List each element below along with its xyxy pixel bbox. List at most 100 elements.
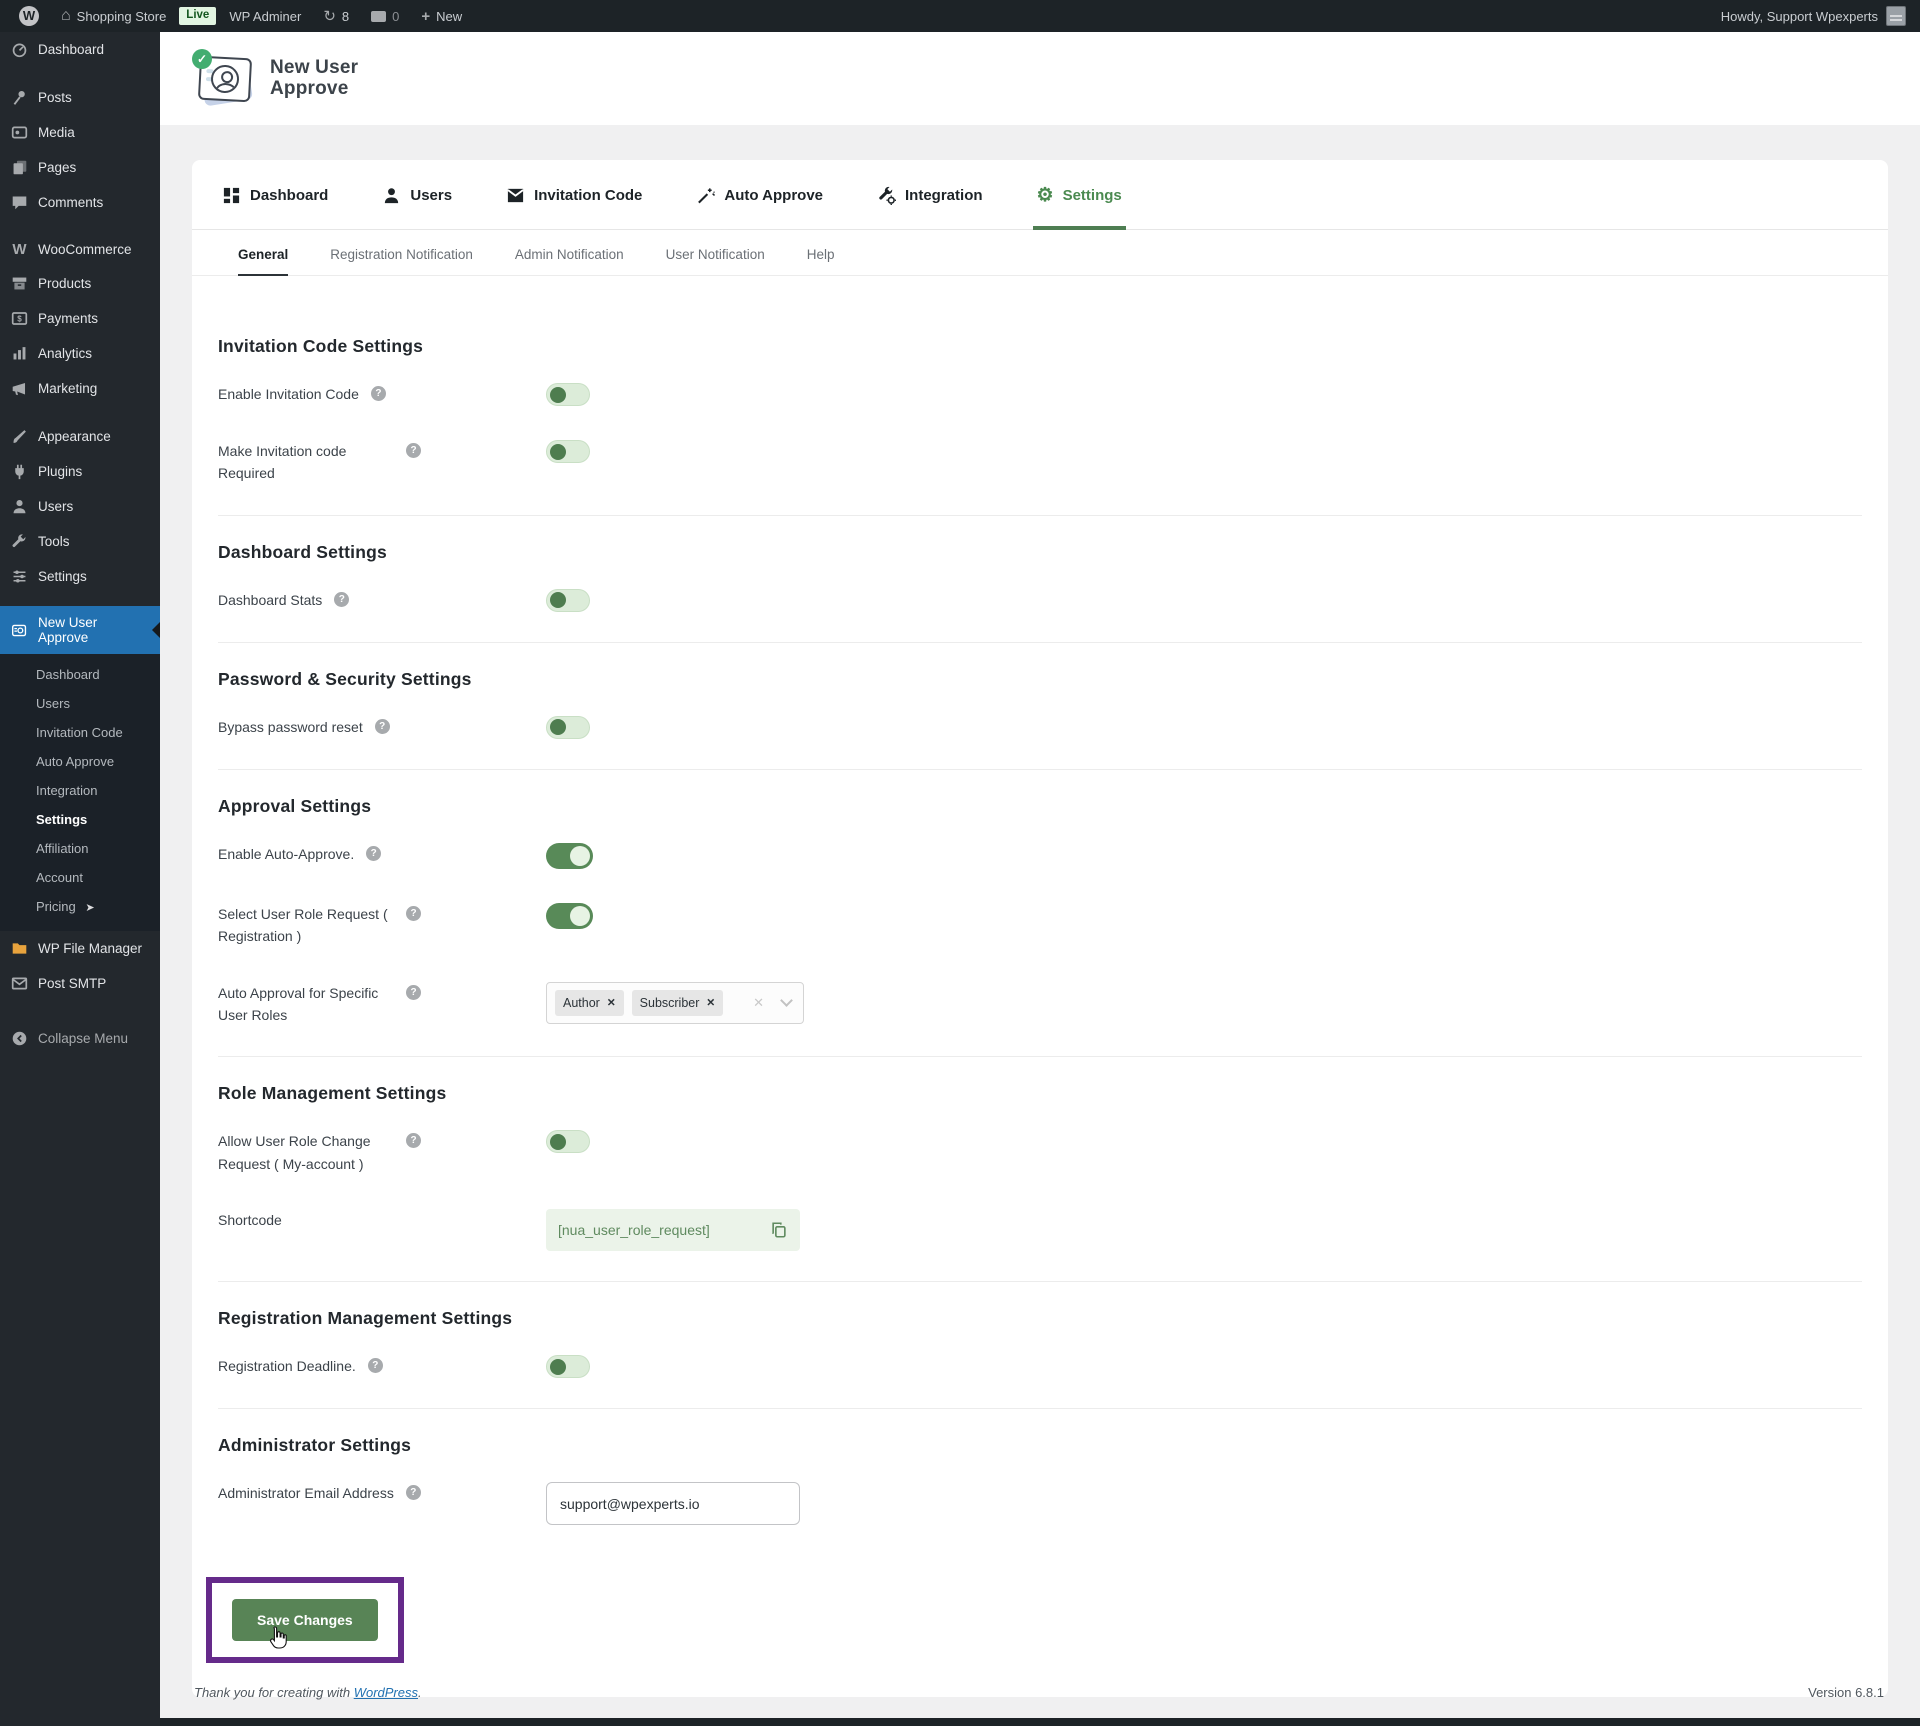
bar-chart-icon: [10, 345, 29, 362]
envelope-icon: [10, 975, 29, 992]
sidebar-item-posts[interactable]: Posts: [0, 80, 160, 115]
dashboard-stats-toggle[interactable]: [546, 588, 590, 612]
sidebar-item-marketing[interactable]: Marketing: [0, 371, 160, 406]
tab-dashboard[interactable]: Dashboard: [222, 186, 328, 229]
sidebar-item-plugins[interactable]: Plugins: [0, 454, 160, 489]
submenu-item-pricing[interactable]: Pricing ➤: [0, 892, 160, 921]
updates-icon: ↻: [323, 8, 336, 25]
role-chip-subscriber[interactable]: Subscriber ✕: [631, 989, 724, 1016]
subtab-registration-notification[interactable]: Registration Notification: [330, 247, 473, 275]
sidebar-item-analytics[interactable]: Analytics: [0, 336, 160, 371]
subtab-user-notification[interactable]: User Notification: [666, 247, 765, 275]
help-icon[interactable]: ?: [370, 386, 386, 401]
new-content-menu[interactable]: + New: [412, 0, 471, 32]
sidebar-item-comments[interactable]: Comments: [0, 185, 160, 220]
comments-link[interactable]: 0: [362, 0, 408, 32]
help-icon[interactable]: ?: [406, 1133, 421, 1149]
sidebar-item-tools[interactable]: Tools: [0, 524, 160, 559]
save-changes-button[interactable]: Save Changes: [232, 1599, 378, 1649]
bottom-strip: [0, 1718, 1920, 1726]
sidebar-item-woocommerce[interactable]: W WooCommerce: [0, 233, 160, 266]
submenu-item-invitation-code[interactable]: Invitation Code: [0, 718, 160, 747]
new-user-approve-icon: [10, 622, 29, 639]
shortcode-value: [nua_user_role_request]: [558, 1222, 710, 1239]
folder-icon: [10, 940, 29, 957]
sidebar-item-dashboard[interactable]: Dashboard: [0, 32, 160, 67]
subtab-general[interactable]: General: [238, 247, 289, 276]
dashboard-stats-label: Dashboard Stats: [218, 591, 323, 608]
wrench-gear-icon: [879, 186, 897, 205]
sidebar-item-new-user-approve[interactable]: New User Approve: [0, 606, 160, 654]
subtab-admin-notification[interactable]: Admin Notification: [515, 247, 624, 275]
section-approval: Approval Settings Enable Auto-Approve. ?…: [218, 768, 1862, 1057]
plugin-tabs: Dashboard Users Invitation Code Auto App…: [192, 160, 1888, 230]
help-icon[interactable]: ?: [366, 845, 382, 861]
invitation-code-required-toggle[interactable]: [546, 440, 590, 463]
copy-icon[interactable]: [770, 1221, 788, 1239]
person-icon: [10, 498, 29, 515]
sidebar-item-post-smtp[interactable]: Post SMTP: [0, 966, 160, 1001]
comments-icon: [371, 10, 387, 22]
tab-settings[interactable]: ⚙ Settings: [1032, 186, 1126, 230]
enable-auto-approve-toggle[interactable]: [546, 842, 593, 869]
plugin-header: ✓ New User Approve: [160, 32, 1920, 125]
help-icon[interactable]: ?: [374, 718, 390, 734]
chevron-down-icon[interactable]: [780, 994, 793, 1007]
chip-remove-icon[interactable]: ✕: [706, 997, 715, 1009]
sidebar-item-payments[interactable]: $ Payments: [0, 301, 160, 336]
submenu-item-account[interactable]: Account: [0, 863, 160, 892]
wordpress-link[interactable]: WordPress: [354, 1685, 418, 1700]
user-roles-multiselect[interactable]: Author ✕ Subscriber ✕ ✕: [546, 981, 804, 1024]
help-icon[interactable]: ?: [367, 1358, 383, 1374]
site-name: Shopping Store: [76, 8, 167, 24]
enable-invitation-code-toggle[interactable]: [546, 383, 590, 406]
submenu-item-integration[interactable]: Integration: [0, 776, 160, 805]
administrator-email-input[interactable]: [546, 1482, 800, 1526]
updates-link[interactable]: ↻ 8: [314, 0, 358, 32]
bypass-password-reset-toggle[interactable]: [546, 715, 590, 739]
admin-sidebar: Dashboard Posts Media Pages Comments W W…: [0, 32, 160, 1726]
wordpress-logo-menu[interactable]: W: [10, 0, 48, 32]
help-icon[interactable]: ?: [406, 905, 421, 921]
site-name-link[interactable]: ⌂ Shopping Store: [52, 0, 175, 32]
general-settings-content: Invitation Code Settings Enable Invitati…: [192, 276, 1888, 1697]
sidebar-item-users[interactable]: Users: [0, 489, 160, 524]
settings-subtabs: General Registration Notification Admin …: [192, 230, 1888, 276]
allow-role-change-toggle[interactable]: [546, 1130, 590, 1154]
sidebar-item-appearance[interactable]: Appearance: [0, 419, 160, 454]
role-chip-author[interactable]: Author ✕: [555, 989, 624, 1016]
tab-integration[interactable]: Integration: [877, 186, 983, 229]
submenu-item-auto-approve[interactable]: Auto Approve: [0, 747, 160, 776]
settings-card: Dashboard Users Invitation Code Auto App…: [192, 160, 1888, 1698]
avatar[interactable]: [1886, 6, 1906, 26]
registration-deadline-toggle[interactable]: [546, 1355, 590, 1379]
sidebar-item-wp-file-manager[interactable]: WP File Manager: [0, 931, 160, 966]
help-icon[interactable]: ?: [406, 443, 421, 458]
section-title: Role Management Settings: [218, 1083, 447, 1104]
tab-invitation-code[interactable]: Invitation Code: [506, 186, 642, 229]
section-title: Registration Management Settings: [218, 1308, 513, 1329]
tab-users[interactable]: Users: [382, 186, 452, 229]
sidebar-item-settings[interactable]: Settings: [0, 559, 160, 594]
section-dashboard: Dashboard Settings Dashboard Stats ?: [218, 514, 1862, 642]
submenu-item-affiliation[interactable]: Affiliation: [0, 834, 160, 863]
sidebar-collapse-menu[interactable]: Collapse Menu: [0, 1021, 160, 1056]
submenu-item-settings[interactable]: Settings: [0, 805, 160, 834]
help-icon[interactable]: ?: [334, 591, 350, 607]
sliders-icon: [10, 568, 29, 585]
submenu-item-dashboard[interactable]: Dashboard: [0, 660, 160, 689]
subtab-help[interactable]: Help: [807, 247, 835, 275]
tab-auto-approve[interactable]: Auto Approve: [696, 186, 823, 229]
wp-adminer-link[interactable]: WP Adminer: [220, 0, 310, 32]
help-icon[interactable]: ?: [406, 984, 421, 1000]
footer-thanks: Thank you for creating with WordPress.: [194, 1684, 422, 1700]
help-icon[interactable]: ?: [405, 1485, 421, 1501]
clear-all-icon[interactable]: ✕: [753, 995, 764, 1011]
sidebar-item-products[interactable]: Products: [0, 266, 160, 301]
submenu-item-users[interactable]: Users: [0, 689, 160, 718]
howdy-account-link[interactable]: Howdy, Support Wpexperts: [1721, 9, 1878, 24]
chip-remove-icon[interactable]: ✕: [607, 997, 616, 1009]
sidebar-item-pages[interactable]: Pages: [0, 150, 160, 185]
sidebar-item-media[interactable]: Media: [0, 115, 160, 150]
select-user-role-request-toggle[interactable]: [546, 902, 593, 929]
